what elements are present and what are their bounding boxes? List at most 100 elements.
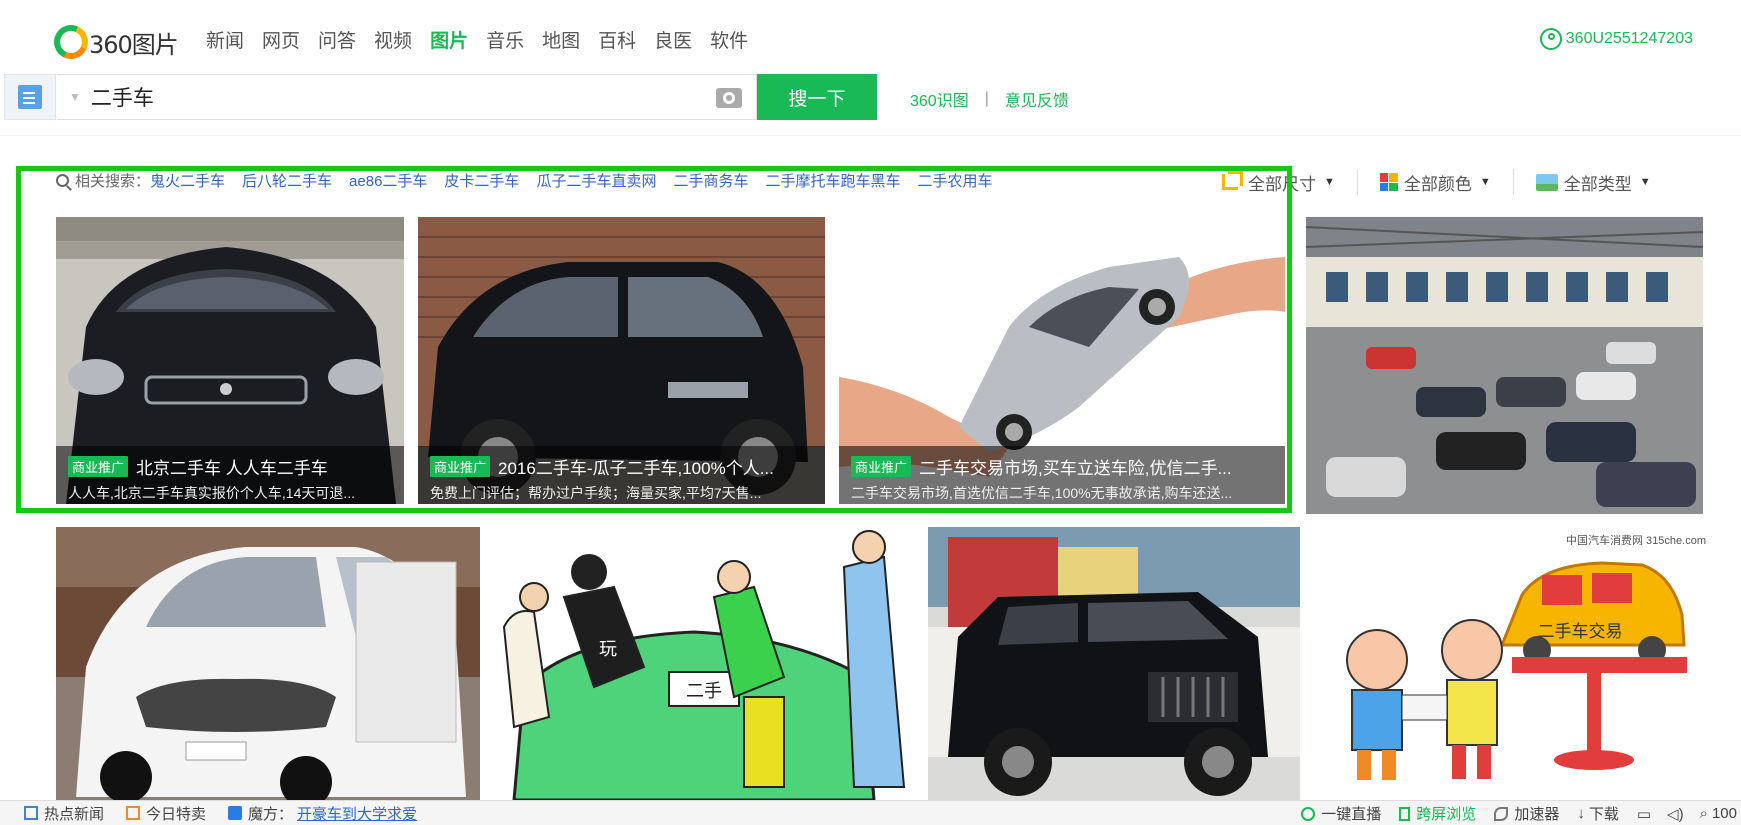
feedback-link[interactable]: 意见反馈 (1005, 87, 1069, 111)
zoom-icon: ⌕ (1699, 805, 1708, 822)
filter-divider (1356, 169, 1358, 195)
image-result[interactable] (56, 527, 480, 800)
type-filter[interactable]: 全部类型 ▼ (1535, 170, 1651, 195)
image-result[interactable] (1306, 217, 1703, 514)
camera-icon[interactable] (716, 88, 742, 108)
screenshot-icon[interactable]: ▭ (1637, 805, 1651, 823)
download-button[interactable]: ↓ 下载 (1577, 803, 1619, 824)
site-logo[interactable]: 360图片 (49, 20, 179, 64)
nav-link-video[interactable]: 视频 (374, 26, 412, 53)
related-link[interactable]: 鬼火二手车 (150, 170, 225, 191)
related-label: 相关搜索： (75, 173, 151, 190)
live-stream-button[interactable]: 一键直播 (1301, 803, 1381, 824)
type-filter-label: 全部类型 (1563, 174, 1632, 194)
play-circle-icon (1301, 806, 1316, 821)
nav-link-qa[interactable]: 问答 (318, 26, 356, 53)
white-sedan-image (56, 527, 480, 800)
crop-icon (1222, 171, 1243, 190)
browser-status-bar: 热点新闻 今日特卖 魔方： 开豪车到大学求爱 一键直播 跨屏浏览 加速器 ↓ 下… (0, 800, 1741, 825)
accelerator-button[interactable]: 加速器 (1494, 803, 1559, 824)
cartoon-car-buyers-image: 二手 玩 (494, 527, 914, 800)
car-market-image (1306, 217, 1703, 514)
download-arrow-icon: ↓ (1577, 805, 1585, 822)
nav-link-music[interactable]: 音乐 (486, 26, 524, 53)
search-input[interactable]: ▼ 二手车 (57, 74, 757, 120)
image-result[interactable]: 二手 玩 (494, 527, 914, 800)
search-button[interactable]: 搜一下 (757, 74, 877, 120)
channel-links: 新闻 网页 问答 视频 图片 音乐 地图 百科 良医 软件 (206, 26, 766, 53)
filter-divider (1512, 169, 1514, 195)
nav-link-news[interactable]: 新闻 (206, 26, 244, 53)
chevron-down-icon: ▼ (1324, 176, 1335, 188)
hot-news-button[interactable]: 热点新闻 (24, 803, 104, 824)
gift-icon (126, 806, 141, 820)
caption-subtitle: 人人车,北京二手车真实报价个人车,14天可退... (68, 485, 356, 501)
image-result[interactable] (928, 527, 1300, 800)
user-icon (1539, 28, 1562, 50)
user-account[interactable]: 360U2551247203 (1539, 28, 1693, 50)
nav-link-web[interactable]: 网页 (262, 26, 300, 53)
size-filter-label: 全部尺寸 (1248, 174, 1316, 194)
related-link[interactable]: 二手商务车 (673, 170, 748, 191)
image-caption: 商业推广 2016二手车-瓜子二手车,100%个人... 免费上门评估；帮办过户… (418, 446, 825, 504)
image-type-icon (1535, 173, 1558, 191)
image-result[interactable]: 二手车交易 (1312, 545, 1702, 800)
related-link[interactable]: 二手农用车 (917, 170, 992, 191)
related-link[interactable]: 皮卡二手车 (444, 170, 519, 191)
image-result[interactable]: 商业推广 二手车交易市场,买车立送车险,优信二手... 二手车交易市场,首选优信… (839, 217, 1285, 504)
related-link[interactable]: 后八轮二手车 (242, 170, 332, 191)
related-searches: 相关搜索： 鬼火二手车 后八轮二手车 ae86二手车 皮卡二手车 瓜子二手车直卖… (56, 170, 1010, 191)
caption-title: 北京二手车 人人车二手车 (136, 459, 328, 478)
color-filter[interactable]: 全部颜色 ▼ (1379, 170, 1491, 195)
image-result[interactable]: 商业推广 北京二手车 人人车二手车 人人车,北京二手车真实报价个人车,14天可退… (56, 217, 404, 504)
hot-news-label: 热点新闻 (44, 805, 105, 823)
ad-badge: 商业推广 (851, 456, 912, 477)
zoom-level: 100 (1711, 805, 1737, 822)
daily-deals-label: 今日特卖 (146, 805, 207, 823)
image-caption: 商业推广 二手车交易市场,买车立送车险,优信二手... 二手车交易市场,首选优信… (839, 446, 1285, 504)
cross-screen-label: 跨屏浏览 (1416, 806, 1477, 823)
car-sign-text: 二手 (686, 681, 722, 701)
nav-link-baike[interactable]: 百科 (598, 26, 636, 53)
caption-title: 2016二手车-瓜子二手车,100%个人... (498, 459, 774, 478)
image-recognition-link[interactable]: 360识图 (910, 87, 969, 111)
daily-deals-button[interactable]: 今日特卖 (126, 803, 206, 824)
size-filter[interactable]: 全部尺寸 ▼ (1222, 170, 1335, 195)
car-sign-text: 二手车交易 (1538, 622, 1623, 641)
search-extra-links: 360识图 | 意见反馈 (910, 87, 1069, 111)
magic-cube-item[interactable]: 魔方： 开豪车到大学求爱 (228, 803, 417, 824)
search-query[interactable]: 二手车 (91, 82, 154, 112)
image-caption: 商业推广 北京二手车 人人车二手车 人人车,北京二手车真实报价个人车,14天可退… (56, 446, 404, 504)
username: 360U2551247203 (1565, 30, 1693, 47)
rocket-icon (1494, 806, 1509, 821)
nav-link-health[interactable]: 良医 (654, 26, 692, 53)
news-icon (24, 806, 38, 820)
magic-cube-link[interactable]: 开豪车到大学求爱 (297, 803, 417, 824)
link-separator: | (984, 90, 989, 107)
zoom-control[interactable]: ⌕ 100 (1700, 805, 1737, 822)
download-label: 下载 (1588, 806, 1619, 823)
nav-link-map[interactable]: 地图 (542, 26, 580, 53)
related-link[interactable]: ae86二手车 (349, 170, 427, 191)
accelerator-label: 加速器 (1514, 806, 1560, 823)
related-link[interactable]: 二手摩托车跑车黑车 (765, 170, 900, 191)
ad-badge: 商业推广 (430, 456, 491, 477)
color-palette-icon (1379, 173, 1398, 191)
dropdown-caret-icon[interactable]: ▼ (69, 90, 81, 104)
image-filters: 全部尺寸 ▼ 全部颜色 ▼ 全部类型 ▼ (1222, 169, 1673, 195)
cross-screen-button[interactable]: 跨屏浏览 (1399, 803, 1476, 824)
cartoon-car-deal-image: 二手车交易 (1312, 545, 1702, 800)
black-hummer-image (928, 527, 1300, 800)
nav-link-images[interactable]: 图片 (430, 26, 468, 53)
volume-icon[interactable]: ◁) (1667, 805, 1684, 823)
magic-cube-label: 魔方： (248, 805, 294, 823)
image-result[interactable]: 商业推广 2016二手车-瓜子二手车,100%个人... 免费上门评估；帮办过户… (418, 217, 825, 504)
nav-link-software[interactable]: 软件 (710, 26, 748, 53)
logo-ring-icon (49, 20, 93, 64)
logo-text: 360图片 (89, 30, 179, 59)
header-divider (0, 135, 1741, 136)
caption-subtitle: 二手车交易市场,首选优信二手车,100%无事故承诺,购车还送... (851, 485, 1233, 501)
related-link[interactable]: 瓜子二手车直卖网 (536, 170, 656, 191)
search-icon (56, 174, 69, 187)
menu-button[interactable] (4, 74, 56, 120)
